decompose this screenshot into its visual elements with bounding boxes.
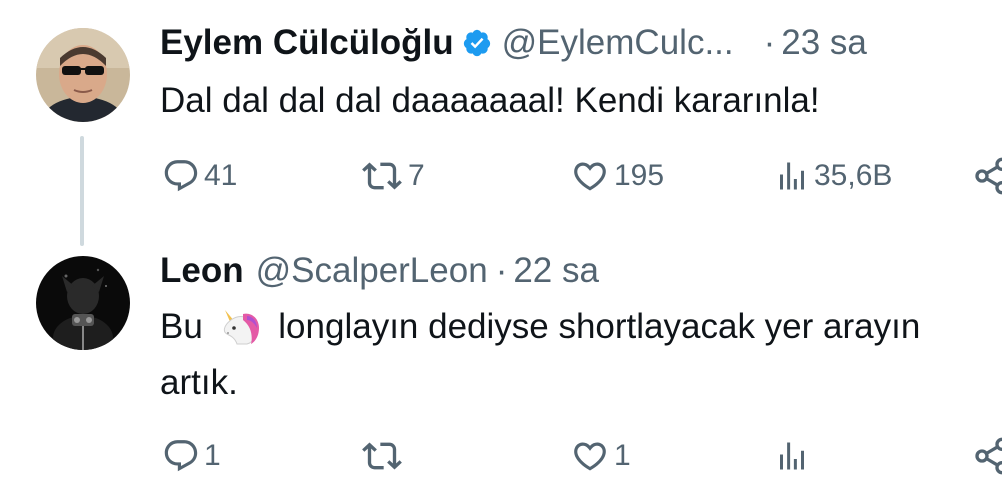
- share-button[interactable]: [972, 436, 1002, 476]
- reply-button[interactable]: 1: [162, 436, 221, 476]
- retweet-button[interactable]: 7: [360, 156, 425, 196]
- like-button[interactable]: 195: [570, 156, 664, 196]
- retweet-icon: [362, 442, 402, 470]
- share-icon: [975, 437, 1002, 475]
- tweet-2-header: Leon @ScalperLeon · 22 sa: [160, 250, 599, 292]
- unicorn-emoji-icon: [223, 310, 259, 345]
- avatar-leon-image: [36, 256, 130, 350]
- retweet-count: 7: [408, 159, 425, 192]
- text-after-emoji: longlayın dediyse shortlayacak yer arayı…: [278, 307, 921, 346]
- reply-count: 41: [204, 159, 238, 192]
- views-count: 35,6B: [814, 159, 893, 192]
- separator-dot: ·: [763, 23, 776, 62]
- tweet-2[interactable]: Leon @ScalperLeon · 22 sa Bu longlayın d…: [0, 250, 1002, 498]
- like-count: 1: [614, 439, 631, 472]
- like-count: 195: [614, 159, 665, 192]
- views-button[interactable]: [774, 436, 814, 476]
- retweet-icon: [362, 162, 402, 190]
- tweet-2-actions: 1 1: [160, 436, 1002, 476]
- avatar-eylem-image: [36, 28, 130, 122]
- reply-count: 1: [204, 439, 221, 472]
- views-chart-icon: [780, 442, 804, 470]
- author-name[interactable]: Leon: [160, 250, 244, 292]
- avatar-leon[interactable]: [36, 256, 130, 350]
- share-button[interactable]: [972, 156, 1002, 196]
- views-chart-icon: [780, 162, 804, 190]
- retweet-button[interactable]: [360, 436, 408, 476]
- heart-icon: [574, 442, 606, 471]
- reply-icon: [164, 160, 198, 192]
- tweet-2-text-line2: artık.: [160, 363, 238, 402]
- tweet-2-text-line1: Bu longlayın dediyse shortlayacak yer ar…: [160, 302, 920, 352]
- tweet-1-text: Dal dal dal dal daaaaaaal! Kendi kararın…: [160, 81, 820, 120]
- verified-badge-icon: [463, 29, 490, 57]
- heart-icon: [574, 162, 606, 191]
- reply-button[interactable]: 41: [162, 156, 237, 196]
- tweet-1-header: Eylem Cülcüloğlu @EylemCulc... · 23 sa: [160, 22, 867, 64]
- share-icon: [975, 157, 1002, 195]
- separator-dot: ·: [495, 251, 508, 290]
- timestamp[interactable]: 22 sa: [513, 250, 599, 292]
- text-before-emoji: Bu: [160, 307, 203, 346]
- views-button[interactable]: 35,6B: [774, 156, 892, 196]
- tweet-1[interactable]: Eylem Cülcüloğlu @EylemCulc... · 23 sa D…: [0, 0, 1002, 250]
- reply-icon: [164, 440, 198, 472]
- author-handle[interactable]: @EylemCulc...: [502, 22, 734, 64]
- thread-connector-line: [80, 136, 84, 246]
- author-handle[interactable]: @ScalperLeon: [256, 250, 488, 292]
- avatar-eylem[interactable]: [36, 28, 130, 122]
- tweet-1-actions: 41 7 195 35,6B: [160, 156, 1002, 196]
- author-name[interactable]: Eylem Cülcüloğlu: [160, 22, 454, 64]
- like-button[interactable]: 1: [570, 436, 631, 476]
- timestamp[interactable]: 23 sa: [781, 22, 867, 64]
